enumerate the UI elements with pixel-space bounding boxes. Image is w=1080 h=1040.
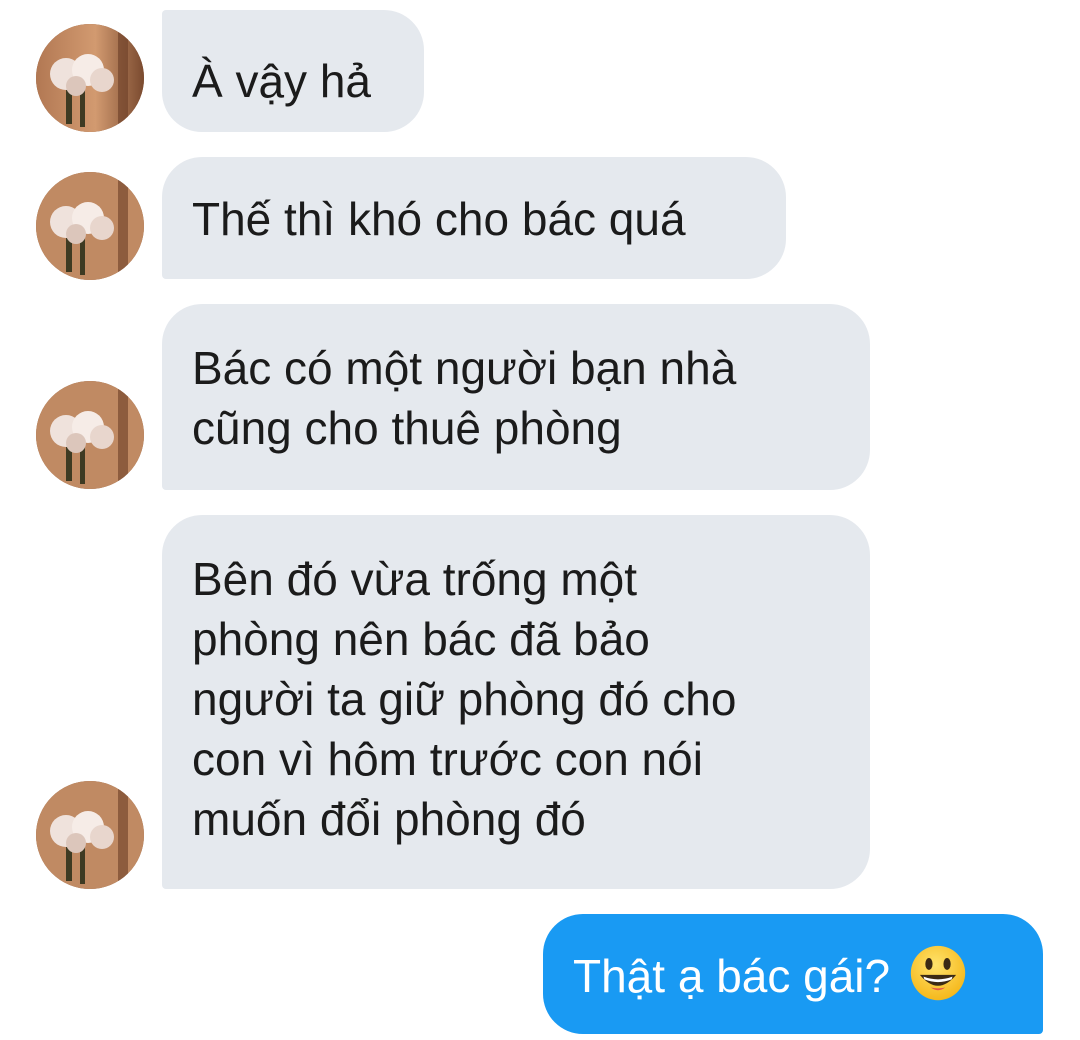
contact-avatar[interactable] xyxy=(36,381,144,489)
contact-avatar[interactable] xyxy=(36,24,144,132)
chat-thread: À vậy hả Thế thì khó cho bác quá Bác có … xyxy=(0,0,1080,1040)
contact-avatar[interactable] xyxy=(36,172,144,280)
outgoing-message-bubble[interactable]: Thật ạ bác gái? xyxy=(543,914,1043,1034)
incoming-message-bubble[interactable]: Bác có một người bạn nhà cũng cho thuê p… xyxy=(162,304,870,490)
message-text: Bên đó vừa trống một phòng nên bác đã bả… xyxy=(192,553,737,845)
message-text: Thật ạ bác gái? xyxy=(573,950,891,1002)
incoming-message-bubble[interactable]: Bên đó vừa trống một phòng nên bác đã bả… xyxy=(162,515,870,889)
grinning-face-emoji-icon xyxy=(910,945,966,1001)
contact-avatar[interactable] xyxy=(36,781,144,889)
message-text: Thế thì khó cho bác quá xyxy=(192,193,686,245)
message-text: À vậy hả xyxy=(192,55,371,107)
incoming-message-bubble[interactable]: À vậy hả xyxy=(162,10,424,132)
incoming-message-bubble[interactable]: Thế thì khó cho bác quá xyxy=(162,157,786,279)
message-text: Bác có một người bạn nhà cũng cho thuê p… xyxy=(192,342,737,454)
